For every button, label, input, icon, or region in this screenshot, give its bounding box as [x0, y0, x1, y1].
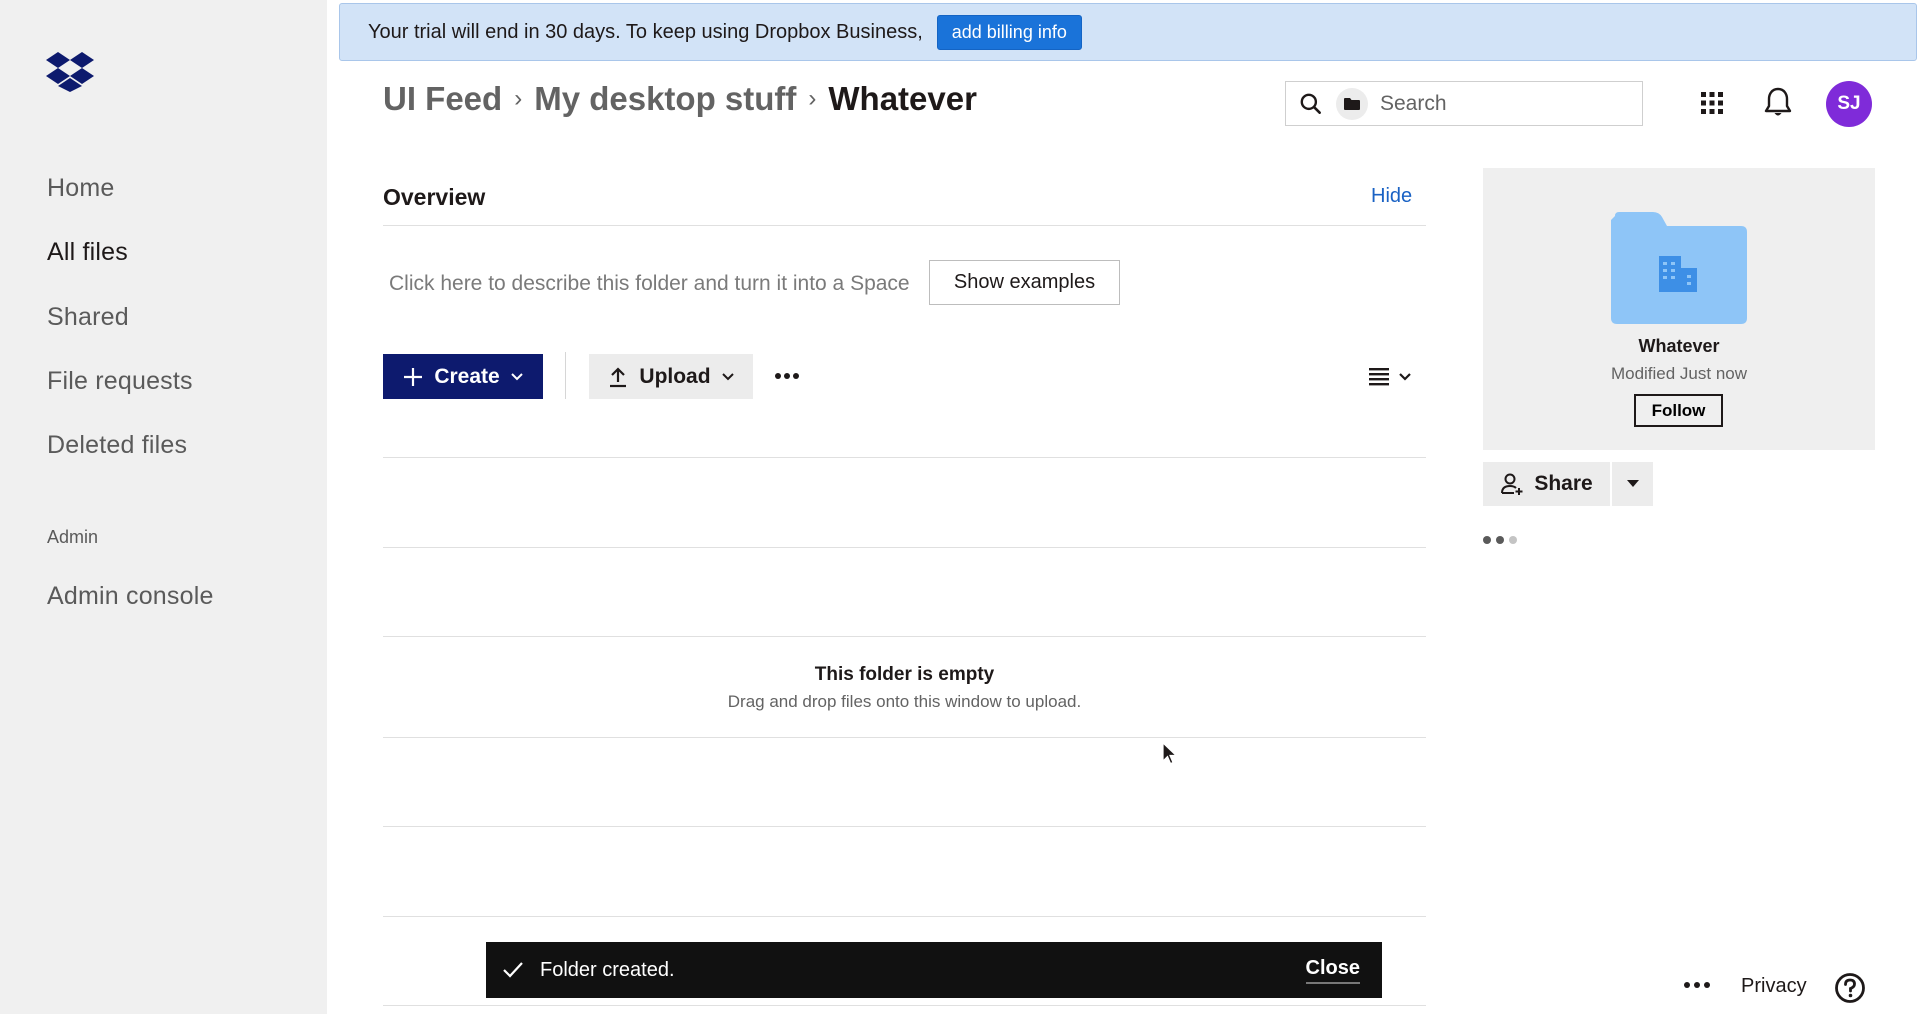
loading-indicator: [1483, 536, 1517, 544]
sidebar-section-admin: Admin: [47, 527, 99, 547]
breadcrumb-item-ui-feed[interactable]: UI Feed: [383, 80, 502, 118]
grid-icon[interactable]: [1699, 90, 1725, 116]
dropbox-logo-icon[interactable]: [46, 50, 94, 92]
toast-message: Folder created.: [540, 958, 675, 981]
share-button-label: Share: [1534, 472, 1593, 495]
list-row-divider: [383, 916, 1426, 917]
sidebar-item-home[interactable]: Home: [47, 174, 115, 203]
overview-title: Overview: [383, 184, 486, 210]
sidebar-item-deleted-files[interactable]: Deleted files: [47, 431, 187, 460]
show-examples-button[interactable]: Show examples: [929, 260, 1120, 305]
upload-button[interactable]: Upload: [589, 354, 753, 399]
folder-info-card: Whatever Modified Just now Follow: [1483, 168, 1875, 450]
search-icon: [1300, 93, 1321, 114]
search-bar[interactable]: [1285, 81, 1643, 126]
list-row-divider: [383, 457, 1426, 458]
list-row-divider: [383, 547, 1426, 548]
breadcrumb-separator: ›: [514, 85, 523, 112]
plus-icon: [404, 367, 423, 386]
footer-more-button[interactable]: [1684, 978, 1712, 992]
folder-icon: [1344, 97, 1360, 110]
check-icon: [503, 962, 523, 978]
breadcrumb-separator: ›: [808, 85, 817, 112]
search-scope-folder[interactable]: [1336, 87, 1368, 120]
breadcrumb-item-my-desktop-stuff[interactable]: My desktop stuff: [534, 80, 796, 118]
share-options-dropdown[interactable]: [1612, 462, 1653, 506]
upload-button-label: Upload: [639, 364, 711, 388]
chevron-down-icon: [510, 372, 523, 380]
hide-overview-link[interactable]: Hide: [1371, 185, 1412, 208]
sidebar-item-file-requests[interactable]: File requests: [47, 367, 193, 396]
help-icon[interactable]: [1834, 972, 1866, 1004]
describe-folder-prompt[interactable]: Click here to describe this folder and t…: [389, 272, 910, 296]
folder-name: Whatever: [1638, 336, 1720, 356]
caret-down-icon: [1626, 480, 1639, 487]
list-row-divider: [383, 826, 1426, 827]
sidebar-item-shared[interactable]: Shared: [47, 303, 129, 332]
bell-icon[interactable]: [1762, 86, 1794, 120]
add-person-icon: [1501, 473, 1523, 495]
sidebar: Home All files Shared File requests Dele…: [0, 0, 327, 1014]
empty-folder-subtitle: Drag and drop files onto this window to …: [727, 692, 1082, 711]
search-input[interactable]: [1380, 91, 1620, 116]
breadcrumb-item-current: Whatever: [828, 80, 977, 117]
toast-close-button[interactable]: Close: [1305, 957, 1360, 984]
team-folder-icon: [1611, 212, 1747, 324]
avatar[interactable]: SJ: [1826, 81, 1872, 127]
more-actions-button[interactable]: [772, 362, 802, 390]
add-billing-info-button[interactable]: add billing info: [936, 14, 1082, 50]
empty-folder-title: This folder is empty: [814, 664, 995, 685]
mouse-cursor-icon: [1162, 742, 1178, 765]
trial-banner: Your trial will end in 30 days. To keep …: [339, 3, 1917, 61]
divider: [383, 225, 1426, 226]
toolbar-divider: [565, 352, 566, 399]
toast-notification: Folder created. Close: [486, 942, 1382, 998]
list-row-divider: [383, 1005, 1426, 1006]
more-horizontal-icon: [1684, 982, 1690, 988]
view-options-button[interactable]: [1368, 364, 1420, 390]
list-view-icon: [1369, 368, 1389, 386]
breadcrumb: UI Feed › My desktop stuff › Whatever: [383, 80, 977, 118]
create-button[interactable]: Create: [383, 354, 543, 399]
more-horizontal-icon: [775, 373, 799, 379]
list-row-divider: [383, 737, 1426, 738]
follow-button[interactable]: Follow: [1634, 394, 1723, 427]
folder-modified: Modified Just now: [1610, 364, 1748, 383]
chevron-down-icon: [1399, 373, 1411, 381]
privacy-link[interactable]: Privacy: [1741, 975, 1807, 998]
upload-icon: [610, 366, 627, 387]
chevron-down-icon: [721, 372, 734, 380]
share-button[interactable]: Share: [1483, 462, 1610, 506]
create-button-label: Create: [434, 364, 500, 388]
trial-banner-text: Your trial will end in 30 days. To keep …: [368, 20, 923, 43]
sidebar-item-admin-console[interactable]: Admin console: [47, 582, 214, 611]
list-row-divider: [383, 636, 1426, 637]
sidebar-item-all-files[interactable]: All files: [47, 238, 128, 267]
